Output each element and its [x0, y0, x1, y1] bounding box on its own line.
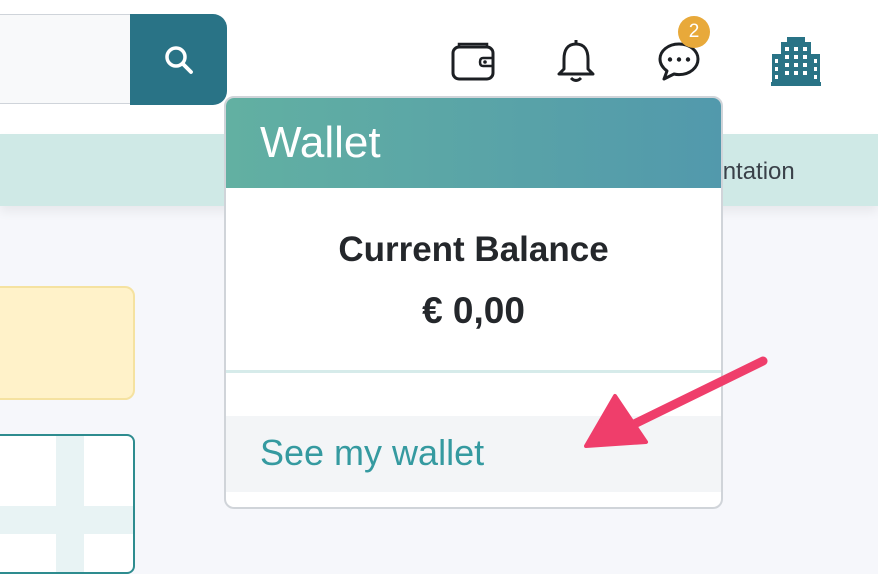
see-my-wallet-link[interactable]: See my wallet	[260, 432, 484, 474]
wallet-button[interactable]	[448, 36, 498, 86]
organization-button[interactable]	[771, 34, 821, 88]
see-wallet-row[interactable]: See my wallet	[226, 416, 721, 492]
search-button[interactable]	[130, 14, 227, 105]
current-balance-label: Current Balance	[338, 230, 609, 269]
notifications-button[interactable]	[551, 36, 601, 86]
messages-count-badge: 2	[678, 16, 710, 48]
card-grid-line	[0, 506, 133, 534]
search-input[interactable]	[0, 14, 130, 104]
card-grid-line	[56, 436, 84, 572]
search-icon	[164, 45, 193, 74]
current-balance-value: € 0,00	[422, 290, 525, 331]
bell-icon	[557, 40, 595, 82]
wallet-dropdown-header: Wallet	[226, 98, 721, 188]
alert-box	[0, 286, 135, 400]
wallet-dropdown: Wallet Current Balance € 0,00 See my wal…	[224, 96, 723, 509]
dropdown-divider	[226, 370, 721, 373]
content-card	[0, 434, 135, 574]
wallet-icon	[451, 42, 495, 81]
wallet-title: Wallet	[260, 118, 381, 167]
building-icon	[771, 37, 821, 86]
